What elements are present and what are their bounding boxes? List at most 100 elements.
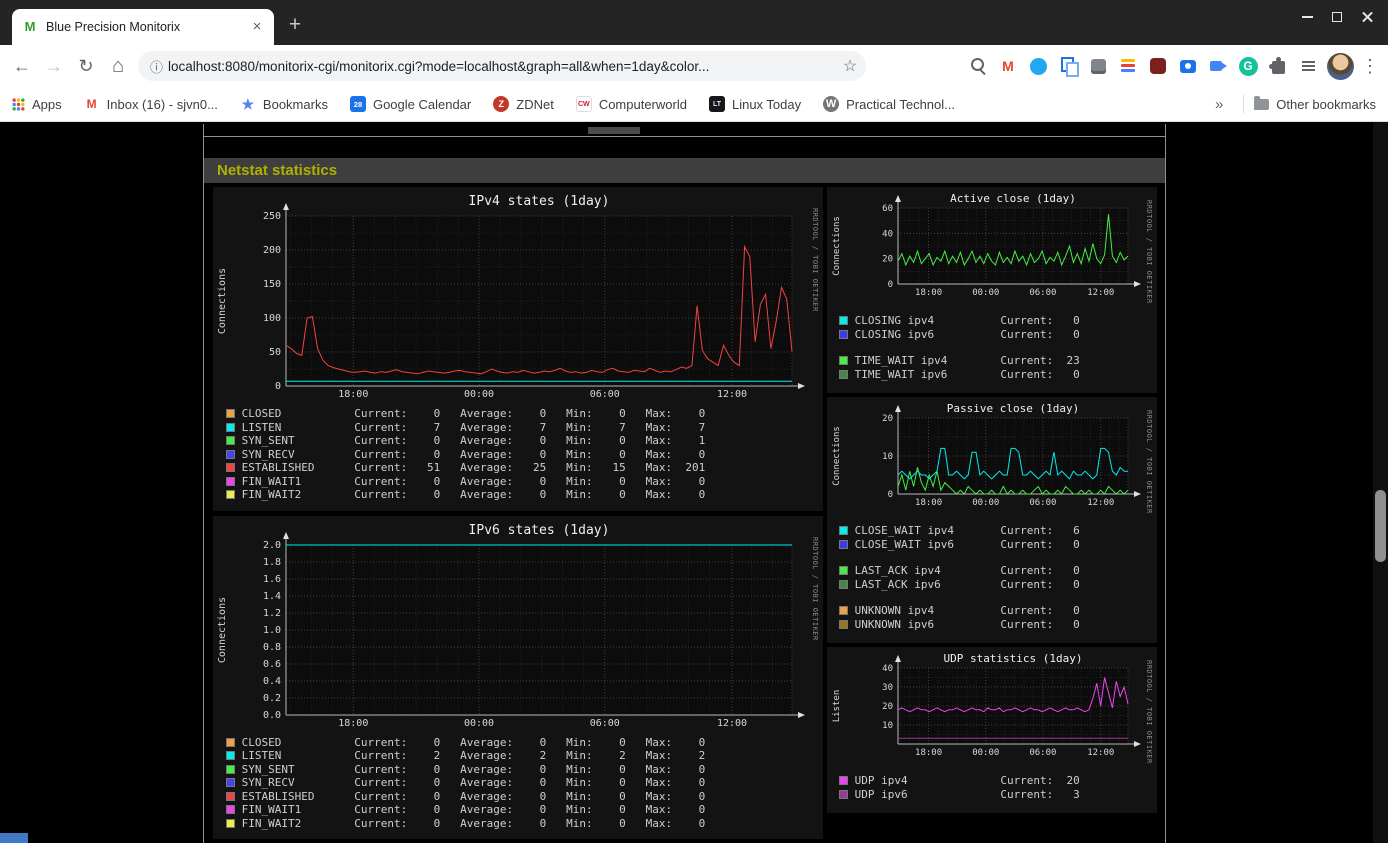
active-close-chart: 0 20 40 60 18:00 00:00 06:00 12:00 Active close … bbox=[832, 192, 1153, 304]
legend-text: SYN_RECV Current: 0 Average: 0 Min: 0 Ma… bbox=[235, 776, 706, 789]
legend-row: FIN_WAIT1 Current: 0 Average: 0 Min: 0 M… bbox=[226, 475, 823, 489]
reload-button[interactable]: ↻ bbox=[70, 50, 102, 82]
camera-extension-icon[interactable] bbox=[1175, 53, 1201, 79]
svg-text:18:00: 18:00 bbox=[915, 288, 942, 298]
ipv6-states-panel: 0.0 0.2 0.4 0.6 0.8 1.0 1.2 1.4 1.6 1.8 2.0 18:00 00… bbox=[213, 515, 823, 839]
legend-swatch-icon bbox=[226, 805, 235, 814]
legend-swatch-icon bbox=[839, 606, 848, 615]
svg-text:100: 100 bbox=[263, 313, 281, 324]
legend-text: FIN_WAIT2 Current: 0 Average: 0 Min: 0 M… bbox=[235, 488, 706, 501]
legend-swatch-icon bbox=[839, 329, 848, 339]
legend-text: UDP ipv4 Current: 20 bbox=[848, 774, 1080, 787]
svg-text:00:00: 00:00 bbox=[464, 718, 494, 729]
udp-statistics-legend: UDP ipv4 Current: 20 UDP ipv6 Current: 3 bbox=[827, 774, 1157, 801]
legend-text: CLOSE_WAIT ipv4 Current: 6 bbox=[848, 524, 1080, 537]
active-close-legend: CLOSING ipv4 Current: 0 CLOSING ipv6 Cur… bbox=[827, 314, 1157, 381]
bookmark-item[interactable]: ★ Bookmarks bbox=[240, 96, 328, 112]
bookmark-item[interactable]: CW Computerworld bbox=[575, 96, 687, 112]
passive-close-legend: CLOSE_WAIT ipv4 Current: 6 CLOSE_WAIT ip… bbox=[827, 524, 1157, 631]
profile-avatar[interactable] bbox=[1327, 52, 1354, 80]
extensions-row: MG bbox=[963, 53, 1323, 79]
svg-text:20: 20 bbox=[882, 255, 893, 265]
browser-tab[interactable]: M Blue Precision Monitorix × bbox=[12, 9, 274, 45]
legend-text: UDP ipv6 Current: 3 bbox=[848, 787, 1080, 801]
svg-text:12:00: 12:00 bbox=[717, 389, 747, 400]
legend-swatch-icon bbox=[226, 422, 235, 432]
legend-row: FIN_WAIT1 Current: 0 Average: 0 Min: 0 M… bbox=[226, 803, 823, 817]
page-scrollbar[interactable] bbox=[1373, 122, 1388, 843]
legend-row: SYN_SENT Current: 0 Average: 0 Min: 0 Ma… bbox=[226, 763, 823, 777]
video-extension-icon[interactable] bbox=[1205, 53, 1231, 79]
left-column: 0 50 100 150 200 250 18:00 00:00 06:00 12:00 IPv4 … bbox=[213, 187, 823, 839]
active-close-panel: 0 20 40 60 18:00 00:00 06:00 12:00 Active close … bbox=[827, 187, 1157, 393]
svg-text:1.2: 1.2 bbox=[263, 608, 281, 619]
legend-row: UNKNOWN ipv4 Current: 0 bbox=[839, 604, 1157, 618]
close-window-button[interactable] bbox=[1352, 4, 1382, 30]
grammarly-extension-icon[interactable]: G bbox=[1235, 53, 1261, 79]
bookmark-item[interactable]: 28 Google Calendar bbox=[349, 96, 471, 112]
legend-text: FIN_WAIT1 Current: 0 Average: 0 Min: 0 M… bbox=[235, 803, 706, 816]
legend-text: LAST_ACK ipv6 Current: 0 bbox=[848, 577, 1080, 591]
svg-text:RRDTOOL / TOBI OETIKER: RRDTOOL / TOBI OETIKER bbox=[1145, 660, 1153, 764]
pocket-extension-icon[interactable] bbox=[1145, 53, 1171, 79]
messenger-extension-icon[interactable] bbox=[1025, 53, 1051, 79]
svg-text:200: 200 bbox=[263, 245, 281, 256]
bookmark-item[interactable]: M Inbox (16) - sjvn0... bbox=[84, 96, 218, 112]
notes-extension-icon[interactable] bbox=[1085, 53, 1111, 79]
bookmarks-overflow-icon[interactable]: » bbox=[1205, 96, 1233, 113]
legend-swatch-icon bbox=[226, 463, 235, 472]
url-bar[interactable]: ⓘ localhost:8080/monitorix-cgi/monitorix… bbox=[138, 51, 866, 81]
svg-text:00:00: 00:00 bbox=[972, 288, 999, 298]
copy-extension-icon[interactable] bbox=[1055, 53, 1081, 79]
legend-text: UNKNOWN ipv6 Current: 0 bbox=[848, 617, 1080, 631]
gmail-extension-icon[interactable]: M bbox=[995, 53, 1021, 79]
site-info-icon[interactable]: ⓘ bbox=[150, 57, 168, 76]
svg-text:0.4: 0.4 bbox=[263, 676, 281, 687]
legend-row: LAST_ACK ipv6 Current: 0 bbox=[839, 578, 1157, 592]
ipv4-states-chart: 0 50 100 150 200 250 18:00 00:00 06:00 12:00 IPv4 … bbox=[217, 194, 819, 400]
new-tab-button[interactable]: + bbox=[280, 11, 310, 41]
apps-shortcut[interactable]: Apps bbox=[12, 97, 62, 112]
svg-text:Passive close (1day): Passive close (1day) bbox=[947, 402, 1079, 415]
back-button[interactable]: ← bbox=[6, 50, 38, 82]
reading-list-extension-icon[interactable] bbox=[1295, 53, 1321, 79]
svg-text:12:00: 12:00 bbox=[1087, 288, 1114, 298]
url-text[interactable]: localhost:8080/monitorix-cgi/monitorix.c… bbox=[168, 59, 838, 74]
search-extension-icon[interactable] bbox=[965, 53, 991, 79]
home-button[interactable]: ⌂ bbox=[102, 50, 134, 82]
calendar-favicon-icon: 28 bbox=[349, 96, 366, 112]
svg-text:06:00: 06:00 bbox=[1029, 748, 1056, 758]
legend-row: FIN_WAIT2 Current: 0 Average: 0 Min: 0 M… bbox=[226, 817, 823, 831]
svg-text:18:00: 18:00 bbox=[338, 718, 368, 729]
other-bookmarks[interactable]: Other bookmarks bbox=[1254, 95, 1376, 112]
maximize-button[interactable] bbox=[1322, 4, 1352, 30]
legend-row: UDP ipv4 Current: 20 bbox=[839, 774, 1157, 788]
minimize-icon bbox=[1301, 16, 1313, 18]
tab-close-icon[interactable]: × bbox=[248, 18, 266, 36]
page-content: Netstat statistics 0 50 100 150 200 250 18:00 0… bbox=[0, 122, 1388, 843]
gmail-favicon-icon: M bbox=[86, 97, 97, 111]
bookmark-item[interactable]: W Practical Technol... bbox=[823, 96, 955, 112]
svg-text:10: 10 bbox=[882, 452, 893, 462]
svg-text:40: 40 bbox=[882, 664, 893, 674]
bookmark-label: ZDNet bbox=[516, 96, 554, 112]
bookmark-item[interactable]: Z ZDNet bbox=[493, 96, 554, 112]
svg-text:250: 250 bbox=[263, 211, 281, 222]
svg-text:12:00: 12:00 bbox=[1087, 498, 1114, 508]
wordpress-favicon-icon: W bbox=[823, 96, 840, 112]
bookmark-item[interactable]: LT Linux Today bbox=[708, 96, 801, 112]
legend-swatch-icon bbox=[226, 449, 235, 459]
forward-button[interactable]: → bbox=[38, 50, 70, 82]
svg-text:Connections: Connections bbox=[217, 268, 228, 334]
puzzle-extension-icon[interactable] bbox=[1265, 53, 1291, 79]
svg-text:1.8: 1.8 bbox=[263, 557, 281, 568]
bookmark-items: M Inbox (16) - sjvn0... ★ Bookmarks 28 Google… bbox=[84, 96, 1205, 112]
bookmark-star-icon[interactable]: ☆ bbox=[838, 56, 862, 76]
legend-row: CLOSED Current: 0 Average: 0 Min: 0 Max:… bbox=[226, 407, 823, 421]
stack-extension-icon[interactable] bbox=[1115, 53, 1141, 79]
scrollbar-thumb[interactable] bbox=[1375, 490, 1386, 562]
browser-menu-icon[interactable]: ⋮ bbox=[1358, 50, 1382, 82]
svg-text:1.0: 1.0 bbox=[263, 625, 281, 636]
minimize-button[interactable] bbox=[1292, 4, 1322, 30]
monitorix-page: Netstat statistics 0 50 100 150 200 250 18:00 0… bbox=[203, 124, 1166, 843]
